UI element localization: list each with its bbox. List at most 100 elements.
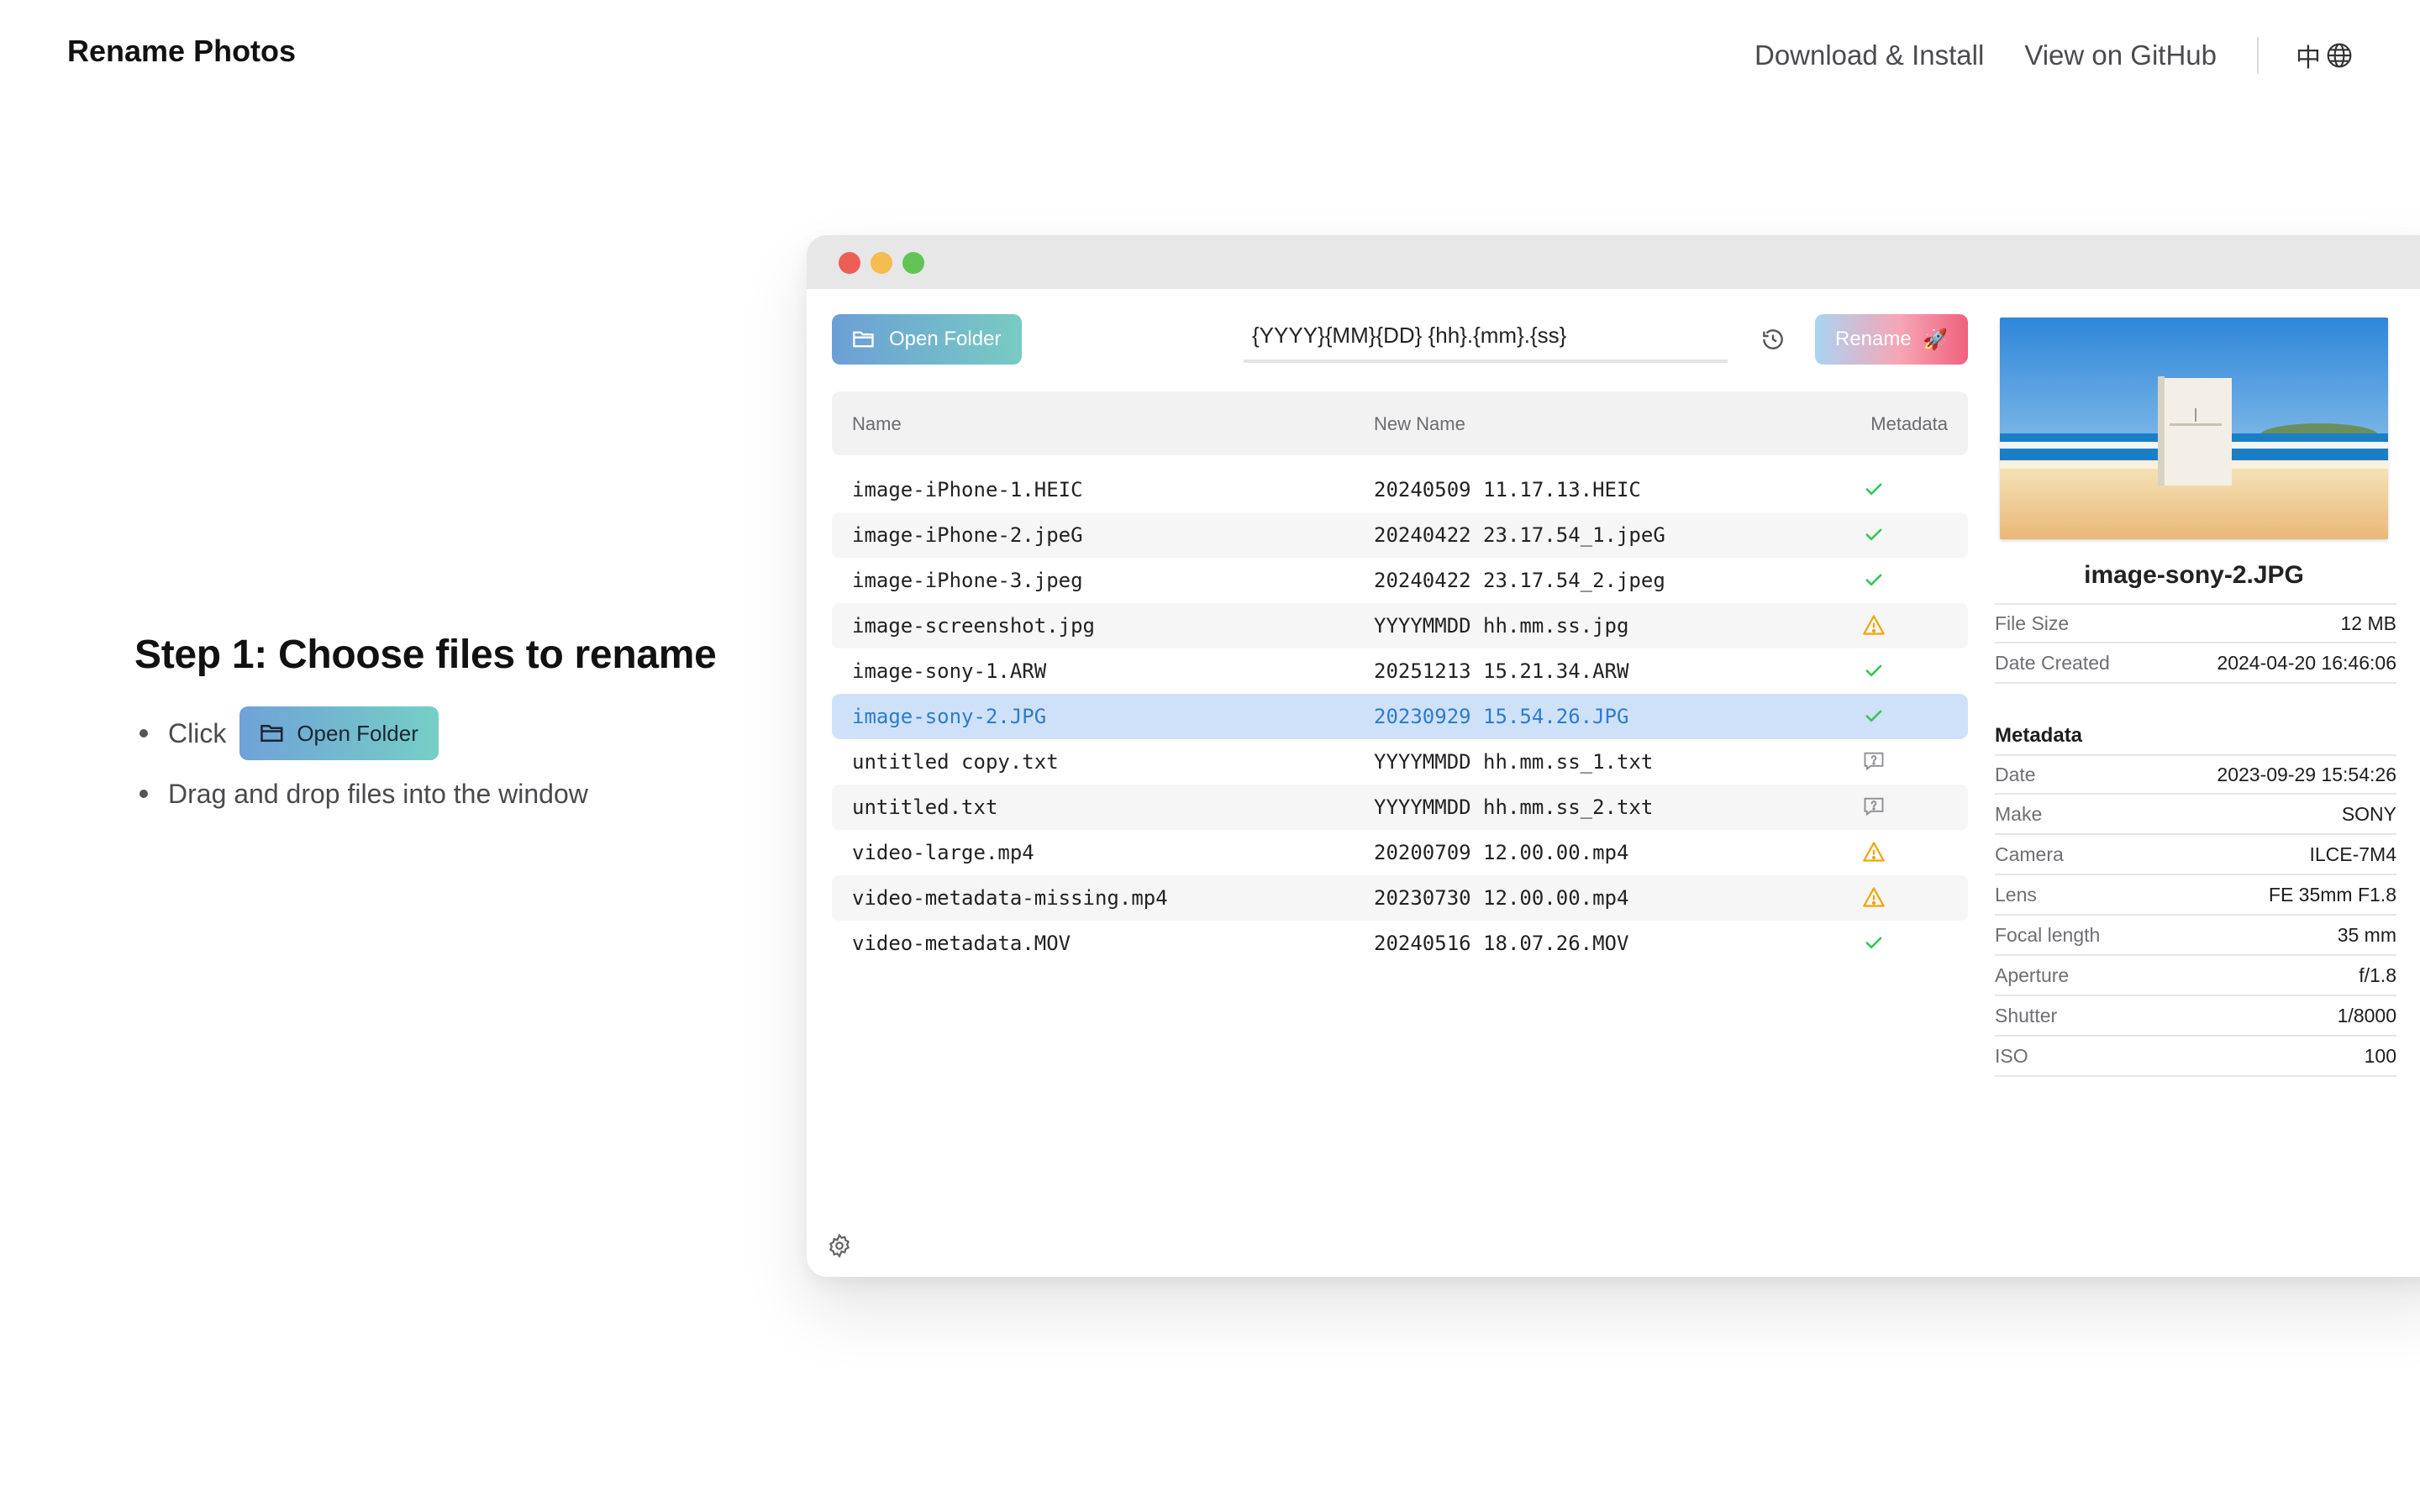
info-row: File Size 12 MB <box>1995 603 2396 643</box>
file-name-cell: video-large.mp4 <box>852 841 1034 864</box>
info-value: 100 <box>2364 1044 2396 1067</box>
file-table-header: Name New Name Metadata <box>832 391 1968 455</box>
file-name-cell: image-iPhone-2.jpeG <box>852 523 1083 547</box>
file-name-cell: video-metadata.MOV <box>852 932 1071 955</box>
info-value: FE 35mm F1.8 <box>2268 883 2396 906</box>
drag-text: Drag and drop files into the window <box>168 778 588 809</box>
file-row[interactable]: image-iPhone-1.HEIC 20240509 11.17.13.HEI… <box>832 467 1968 512</box>
checkmark-icon <box>1862 522 1886 546</box>
checkmark-icon <box>1862 568 1886 591</box>
file-row[interactable]: image-iPhone-2.jpeG 20240422 23.17.54_1.j… <box>832 512 1968 558</box>
rename-button[interactable]: Rename 🚀 <box>1815 314 1968 365</box>
column-metadata-header[interactable]: Metadata <box>1870 413 1948 435</box>
language-switcher[interactable]: 中 <box>2296 37 2353 74</box>
new-name-cell: YYYYMMDD hh.mm.ss.jpg <box>1374 614 1629 638</box>
metadata-section-title: Metadata <box>1995 724 2083 747</box>
warning-triangle-icon <box>1862 840 1886 864</box>
info-row: Aperture f/1.8 <box>1995 956 2396 996</box>
new-name-cell: 20240516 18.07.26.MOV <box>1374 932 1629 955</box>
rocket-icon: 🚀 <box>1923 328 1948 351</box>
info-key: Aperture <box>1995 963 2070 986</box>
file-row[interactable]: image-screenshot.jpg YYYYMMDD hh.mm.ss.jp… <box>832 603 1968 648</box>
file-name-cell: video-metadata-missing.mp4 <box>852 886 1168 910</box>
info-key: Date Created <box>1995 651 2110 674</box>
window-titlebar[interactable] <box>807 235 2420 289</box>
folder-icon <box>260 725 283 742</box>
info-key: Focal length <box>1995 923 2101 946</box>
info-row: Focal length 35 mm <box>1995 916 2396 956</box>
info-key: ISO <box>1995 1044 2028 1067</box>
new-name-cell: 20230730 12.00.00.mp4 <box>1374 886 1629 910</box>
rename-pattern-input[interactable]: {YYYY}{MM}{DD} {hh}.{mm}.{ss} <box>1244 318 1728 363</box>
file-name-cell: image-screenshot.jpg <box>852 614 1095 638</box>
file-row[interactable]: image-iPhone-3.jpeg 20240422 23.17.54_2.j… <box>832 558 1968 603</box>
warning-triangle-icon <box>1862 885 1886 909</box>
nav-divider <box>2257 37 2259 74</box>
new-name-cell: YYYYMMDD hh.mm.ss_2.txt <box>1374 795 1654 819</box>
click-label: Click <box>168 717 227 748</box>
zoom-window-button[interactable] <box>902 252 924 274</box>
info-key: Camera <box>1995 843 2064 865</box>
instruction-drag: Drag and drop files into the window <box>134 770 773 817</box>
file-table-body: image-iPhone-1.HEIC 20240509 11.17.13.HEI… <box>832 467 1968 966</box>
new-name-cell: 20240422 23.17.54_1.jpeG <box>1374 523 1665 547</box>
open-folder-button[interactable]: Open Folder <box>832 314 1022 365</box>
new-name-cell: YYYYMMDD hh.mm.ss_1.txt <box>1374 750 1654 774</box>
question-bubble-icon <box>1862 795 1886 818</box>
rename-label: Rename <box>1835 328 1912 350</box>
info-value: 12 MB <box>2340 612 2396 634</box>
file-row[interactable]: untitled.txt YYYYMMDD hh.mm.ss_2.txt <box>832 785 1968 830</box>
info-key: File Size <box>1995 612 2070 634</box>
file-name-cell: image-iPhone-3.jpeg <box>852 569 1083 592</box>
language-label: 中 <box>2296 45 2321 72</box>
metadata-list: Date 2023-09-29 15:54:26 Make SONY Camera ILC… <box>1995 754 2396 1077</box>
file-row[interactable]: video-metadata-missing.mp4 20230730 12.00… <box>832 875 1968 921</box>
file-row[interactable]: video-large.mp4 20200709 12.00.00.mp4 <box>832 830 1968 875</box>
info-row: Camera ILCE-7M4 <box>1995 835 2396 875</box>
info-value: SONY <box>2341 802 2396 825</box>
info-row: Shutter 1/8000 <box>1995 996 2396 1037</box>
app-window: Open Folder {YYYY}{MM}{DD} {hh}.{mm}.{ss… <box>807 235 2420 1277</box>
preview-filename: image-sony-2.JPG <box>2084 561 2304 589</box>
preview-photo-image <box>2000 318 2388 539</box>
info-key: Shutter <box>1995 1004 2058 1026</box>
file-info-list: File Size 12 MB Date Created 2024-04-20 16:… <box>1995 603 2396 684</box>
minimize-window-button[interactable] <box>871 252 892 274</box>
folder-icon <box>853 331 874 348</box>
new-name-cell: 20251213 15.21.34.ARW <box>1374 659 1629 683</box>
file-name-cell: untitled copy.txt <box>852 750 1059 774</box>
file-row[interactable]: image-sony-1.ARW 20251213 15.21.34.ARW <box>832 648 1968 694</box>
download-install-link[interactable]: Download & Install <box>1754 39 1984 71</box>
photo-preview <box>2000 318 2388 539</box>
github-link[interactable]: View on GitHub <box>2024 39 2217 71</box>
site-brand[interactable]: Rename Photos <box>67 34 296 69</box>
settings-gear-icon[interactable] <box>827 1233 852 1258</box>
new-name-cell: 20240422 23.17.54_2.jpeg <box>1374 569 1665 592</box>
info-key: Lens <box>1995 883 2037 906</box>
checkmark-icon <box>1862 477 1886 501</box>
info-value: 1/8000 <box>2337 1004 2396 1026</box>
instruction-list: Click Open Folder Drag and drop files in… <box>134 706 773 817</box>
info-row: Lens FE 35mm F1.8 <box>1995 875 2396 916</box>
info-row: Make SONY <box>1995 795 2396 835</box>
column-new-name-header[interactable]: New Name <box>1374 413 1465 435</box>
history-clock-icon[interactable] <box>1760 326 1786 353</box>
file-row[interactable]: image-sony-2.JPG 20230929 15.54.26.JPG <box>832 694 1968 739</box>
file-name-cell: untitled.txt <box>852 795 998 819</box>
open-folder-inline-button[interactable]: Open Folder <box>239 706 439 760</box>
globe-icon <box>2327 43 2352 68</box>
new-name-cell: 20230929 15.54.26.JPG <box>1374 705 1629 728</box>
info-key: Make <box>1995 802 2043 825</box>
step-heading: Step 1: Choose files to rename <box>134 633 717 677</box>
open-folder-label: Open Folder <box>889 328 1002 350</box>
info-row: Date 2023-09-29 15:54:26 <box>1995 754 2396 795</box>
checkmark-icon <box>1862 931 1886 954</box>
info-value: f/1.8 <box>2359 963 2396 986</box>
file-row[interactable]: untitled copy.txt YYYYMMDD hh.mm.ss_1.txt <box>832 739 1968 785</box>
close-window-button[interactable] <box>839 252 860 274</box>
info-value: 35 mm <box>2337 923 2396 946</box>
file-row[interactable]: video-metadata.MOV 20240516 18.07.26.MOV <box>832 921 1968 966</box>
info-value: ILCE-7M4 <box>2309 843 2396 865</box>
column-name-header[interactable]: Name <box>852 413 902 435</box>
file-name-cell: image-sony-1.ARW <box>852 659 1047 683</box>
